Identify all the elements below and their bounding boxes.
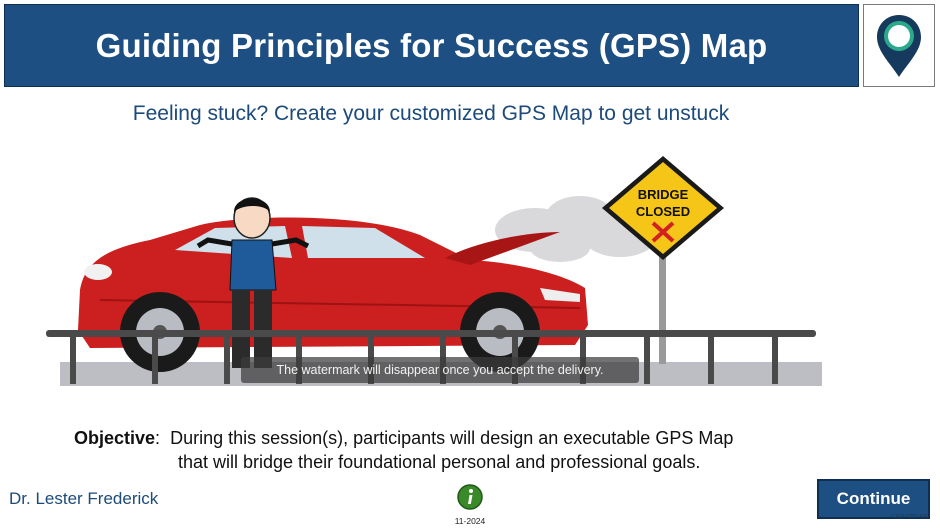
objective-line-1: During this session(s), participants wil… [170, 428, 734, 448]
date-label: 11-2024 [454, 516, 486, 526]
objective-line-2: that will bridge their foundational pers… [178, 452, 701, 472]
objective-label: Objective [74, 428, 156, 448]
sign-line-1: BRIDGE [638, 187, 689, 202]
objective-block: Objective: During this session(s), parti… [74, 426, 834, 474]
info-button[interactable]: 11-2024 [450, 484, 490, 526]
subtitle: Feeling stuck? Create your customized GP… [132, 102, 730, 125]
page-title: Guiding Principles for Success (GPS) Map [95, 26, 768, 64]
objective-separator: : [155, 428, 161, 448]
info-icon[interactable] [457, 484, 483, 510]
continue-button[interactable]: Continue [817, 479, 930, 519]
sign-line-2: CLOSED [636, 204, 690, 219]
watermark-notice: The watermark will disappear once you ac… [241, 357, 639, 383]
title-bar: Guiding Principles for Success (GPS) Map [4, 4, 859, 87]
map-pin-icon [863, 4, 935, 87]
author-name: Dr. Lester Frederick [9, 489, 159, 508]
watermark-text: The watermark will disappear once you ac… [276, 363, 604, 377]
brand-mark: CREATIVES [891, 514, 928, 521]
